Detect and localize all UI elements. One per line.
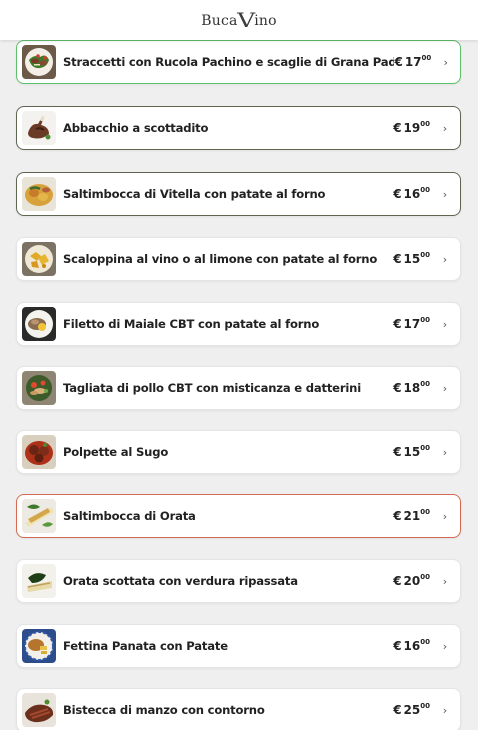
chevron-right-icon[interactable]: › xyxy=(436,446,454,459)
dish-thumbnail xyxy=(22,307,56,341)
price-amount: 20 xyxy=(403,574,421,588)
buca-vino-logo[interactable]: Buca Vino xyxy=(201,8,277,32)
menu-item[interactable]: Filetto di Maiale CBT con patate al forn… xyxy=(16,302,461,346)
dish-price: €18 00 xyxy=(393,380,430,395)
menu-item[interactable]: Polpette al Sugo €15 00 › xyxy=(16,430,461,474)
dish-price: €15 00 xyxy=(393,251,430,266)
dish-thumbnail xyxy=(22,693,56,727)
dish-name: Saltimbocca di Orata xyxy=(63,509,196,523)
dish-price: €25 00 xyxy=(393,702,430,717)
price-amount: 21 xyxy=(403,509,421,523)
logo-text-buca: Buca xyxy=(201,13,238,29)
price-amount: 18 xyxy=(403,381,421,395)
dish-price: €16 00 xyxy=(393,638,430,653)
price-cents: 00 xyxy=(420,120,430,128)
price-cents: 00 xyxy=(420,316,430,324)
dish-thumbnail xyxy=(22,371,56,405)
price-cents: 00 xyxy=(421,54,432,62)
price-amount: 17 xyxy=(403,317,421,331)
currency-symbol: € xyxy=(393,509,402,523)
price-amount: 25 xyxy=(403,703,421,717)
dish-name: Tagliata di pollo CBT con misticanza e d… xyxy=(63,381,361,395)
dish-thumbnail xyxy=(22,564,56,598)
currency-symbol: € xyxy=(393,574,402,588)
chevron-right-icon[interactable]: › xyxy=(436,575,454,588)
price-cents: 00 xyxy=(420,444,430,452)
menu-item[interactable]: Saltimbocca di Orata €21 00 › xyxy=(16,494,461,538)
dish-thumbnail xyxy=(22,499,56,533)
currency-symbol: € xyxy=(393,187,402,201)
dish-thumbnail xyxy=(22,111,56,145)
dish-thumbnail xyxy=(22,629,56,663)
price-amount: 16 xyxy=(403,187,421,201)
dish-name: Scaloppina al vino o al limone con patat… xyxy=(63,252,378,266)
chevron-right-icon[interactable]: › xyxy=(436,122,454,135)
menu-item[interactable]: Tagliata di pollo CBT con misticanza e d… xyxy=(16,366,461,410)
logo-v-mark: V xyxy=(236,8,256,32)
app-header: Buca Vino xyxy=(0,0,478,40)
chevron-right-icon[interactable]: › xyxy=(436,510,454,523)
menu-item[interactable]: Saltimbocca di Vitella con patate al for… xyxy=(16,172,461,216)
price-amount: 16 xyxy=(403,639,421,653)
price-amount: 15 xyxy=(403,445,421,459)
currency-symbol: € xyxy=(393,703,402,717)
dish-name: Fettina Panata con Patate xyxy=(63,639,228,653)
menu-item[interactable]: Bistecca di manzo con contorno €25 00 › xyxy=(16,688,461,730)
dish-thumbnail xyxy=(22,177,56,211)
dish-price: €17 00 xyxy=(394,54,432,69)
dish-name: Abbacchio a scottadito xyxy=(63,121,209,135)
chevron-right-icon[interactable]: › xyxy=(436,318,454,331)
dish-price: €16 00 xyxy=(393,186,430,201)
dish-thumbnail xyxy=(22,45,56,79)
chevron-right-icon[interactable]: › xyxy=(436,382,454,395)
menu-item[interactable]: Abbacchio a scottadito €19 00 › xyxy=(16,106,461,150)
price-amount: 15 xyxy=(403,252,421,266)
chevron-right-icon[interactable]: › xyxy=(436,704,454,717)
dish-name: Orata scottata con verdura ripassata xyxy=(63,574,298,588)
currency-symbol: € xyxy=(393,252,402,266)
dish-price: €17 00 xyxy=(393,316,430,331)
price-cents: 00 xyxy=(420,702,430,710)
currency-symbol: € xyxy=(393,639,402,653)
price-cents: 00 xyxy=(420,508,430,516)
menu-item[interactable]: Scaloppina al vino o al limone con patat… xyxy=(16,237,461,281)
currency-symbol: € xyxy=(393,317,402,331)
dish-name: Bistecca di manzo con contorno xyxy=(63,703,265,717)
currency-symbol: € xyxy=(393,381,402,395)
dish-thumbnail xyxy=(22,242,56,276)
dish-name: Saltimbocca di Vitella con patate al for… xyxy=(63,187,326,201)
dish-price: €15 00 xyxy=(393,444,430,459)
dish-name: Straccetti con Rucola Pachino e scaglie … xyxy=(63,55,395,69)
price-amount: 17 xyxy=(404,55,422,69)
menu-item[interactable]: Fettina Panata con Patate €16 00 › xyxy=(16,624,461,668)
price-cents: 00 xyxy=(420,638,430,646)
chevron-right-icon[interactable]: › xyxy=(436,640,454,653)
dish-price: €20 00 xyxy=(393,573,430,588)
currency-symbol: € xyxy=(393,445,402,459)
price-amount: 19 xyxy=(403,121,421,135)
menu-item[interactable]: Straccetti con Rucola Pachino e scaglie … xyxy=(16,40,461,84)
chevron-right-icon[interactable]: › xyxy=(436,253,454,266)
dish-price: €21 00 xyxy=(393,508,430,523)
chevron-right-icon[interactable]: › xyxy=(437,56,454,69)
dish-name: Filetto di Maiale CBT con patate al forn… xyxy=(63,317,320,331)
logo-text-ino: ino xyxy=(254,13,277,29)
dish-thumbnail xyxy=(22,435,56,469)
menu-list[interactable]: Straccetti con Rucola Pachino e scaglie … xyxy=(0,40,478,730)
menu-item[interactable]: Orata scottata con verdura ripassata €20 0… xyxy=(16,559,461,603)
currency-symbol: € xyxy=(393,121,402,135)
price-cents: 00 xyxy=(420,573,430,581)
currency-symbol: € xyxy=(394,55,403,69)
chevron-right-icon[interactable]: › xyxy=(436,188,454,201)
price-cents: 00 xyxy=(420,251,430,259)
price-cents: 00 xyxy=(420,186,430,194)
dish-price: €19 00 xyxy=(393,120,430,135)
dish-name: Polpette al Sugo xyxy=(63,445,169,459)
price-cents: 00 xyxy=(420,380,430,388)
